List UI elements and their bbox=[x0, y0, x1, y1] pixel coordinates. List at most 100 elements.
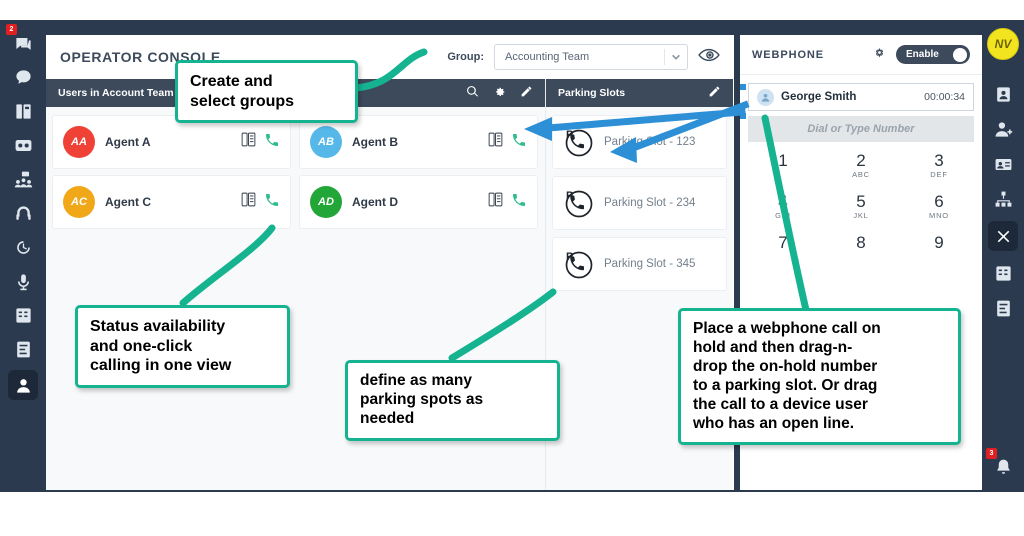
close-icon[interactable] bbox=[988, 221, 1018, 251]
callout-parking-spots: define as many parking spots as needed bbox=[345, 360, 560, 441]
svg-text:P: P bbox=[566, 190, 573, 202]
call-icon[interactable] bbox=[511, 192, 527, 213]
parking-pane-actions bbox=[708, 85, 721, 101]
list-item[interactable]: P Parking Slot - 234 bbox=[552, 176, 727, 230]
callout-line: to a parking slot. Or drag bbox=[693, 376, 878, 394]
notifications-bell-icon[interactable]: 3 bbox=[986, 448, 1016, 480]
dialpad-key-digit: 2 bbox=[856, 151, 866, 170]
gear-icon[interactable] bbox=[493, 85, 506, 101]
list-item[interactable]: P Parking Slot - 123 bbox=[552, 115, 727, 169]
callout-line: needed bbox=[360, 409, 415, 427]
callout-create-groups: Create and select groups bbox=[175, 60, 358, 124]
chat-icon[interactable] bbox=[10, 64, 36, 90]
notes-icon[interactable] bbox=[990, 295, 1016, 321]
group-select[interactable]: Accounting Team bbox=[494, 44, 688, 70]
dialpad-key-9[interactable]: 9 bbox=[900, 232, 978, 252]
dialpad-key-3[interactable]: 3 DEF bbox=[900, 152, 978, 179]
dialpad-key-digit: 3 bbox=[934, 151, 944, 170]
avatar: AB bbox=[310, 126, 342, 158]
list-item-label: Parking Slot - 345 bbox=[604, 258, 696, 270]
contact-card-icon[interactable] bbox=[990, 81, 1016, 107]
call-icon[interactable] bbox=[264, 132, 280, 153]
list-item-label: Agent D bbox=[352, 195, 398, 209]
call-icon[interactable] bbox=[511, 132, 527, 153]
enable-toggle[interactable]: Enable bbox=[896, 45, 970, 64]
dialpad-key-4[interactable]: 4 GHI bbox=[744, 191, 822, 219]
desk-phone-icon[interactable] bbox=[240, 191, 257, 213]
list-item[interactable]: AC Agent C bbox=[52, 175, 291, 229]
list-item-actions bbox=[487, 191, 527, 213]
dialpad-key-digit: 4 bbox=[778, 191, 788, 211]
left-icon-rail: 2 bbox=[0, 20, 46, 492]
parked-call-icon: P bbox=[561, 186, 595, 220]
callout-line: Place a webphone call on bbox=[693, 320, 881, 337]
history-icon[interactable] bbox=[10, 234, 36, 260]
webphone-header: WEBPHONE Enable bbox=[740, 35, 982, 75]
bell-badge: 3 bbox=[986, 448, 997, 459]
list-item-label: Parking Slot - 234 bbox=[604, 197, 696, 209]
list-item[interactable]: AD Agent D bbox=[299, 175, 538, 229]
id-card-icon[interactable] bbox=[990, 151, 1016, 177]
callout-line: select groups bbox=[190, 92, 295, 110]
desk-phone-icon[interactable] bbox=[487, 131, 504, 153]
group-select-value: Accounting Team bbox=[505, 51, 590, 63]
dialpad-key-7[interactable]: 7 bbox=[744, 233, 822, 252]
active-call-name: George Smith bbox=[781, 91, 857, 103]
group-label: Group: bbox=[447, 51, 484, 63]
callout-webphone-hold: Place a webphone call on hold and then d… bbox=[678, 308, 961, 446]
team-icon[interactable] bbox=[10, 166, 36, 192]
list-item-label: Agent B bbox=[352, 135, 398, 149]
callout-line: Status availability bbox=[90, 318, 226, 335]
microphone-icon[interactable] bbox=[10, 268, 36, 294]
dialpad-key-digit: 9 bbox=[934, 232, 944, 252]
svg-text:P: P bbox=[566, 251, 573, 263]
dial-input[interactable]: Dial or Type Number bbox=[748, 116, 974, 142]
call-icon[interactable] bbox=[264, 192, 280, 213]
list-item[interactable]: AA Agent A bbox=[52, 115, 291, 169]
desk-phone-icon[interactable] bbox=[240, 131, 257, 153]
dialpad-key-digit: 6 bbox=[934, 191, 944, 211]
screenshot-root: 2 NV 3 OPERATOR CONSOLE Group: Accountin… bbox=[0, 0, 1024, 536]
user-profile-icon[interactable] bbox=[8, 370, 38, 400]
dialpad-key-letters: MNO bbox=[929, 210, 949, 220]
gear-icon[interactable] bbox=[872, 45, 887, 65]
edit-icon[interactable] bbox=[708, 85, 721, 101]
dialpad: 1 2 ABC 3 DEF 4 GHI 5 JKL 6 MNO 7 8 9 bbox=[744, 152, 978, 252]
parked-call-icon: P bbox=[561, 125, 595, 159]
add-user-icon[interactable] bbox=[990, 116, 1016, 142]
dialpad-key-5[interactable]: 5 JKL bbox=[822, 192, 900, 219]
keypad-icon[interactable] bbox=[990, 260, 1016, 286]
parking-pane-header: Parking Slots bbox=[546, 79, 733, 107]
dialpad-key-letters: ABC bbox=[852, 169, 870, 179]
dialpad-key-2[interactable]: 2 ABC bbox=[822, 152, 900, 179]
toggle-knob bbox=[953, 47, 967, 62]
desk-phone-icon[interactable] bbox=[487, 191, 504, 213]
messages-icon[interactable]: 2 bbox=[6, 24, 36, 56]
active-call-row[interactable]: George Smith 00:00:34 bbox=[748, 83, 974, 111]
search-icon[interactable] bbox=[466, 85, 479, 101]
console-header: OPERATOR CONSOLE Group: Accounting Team bbox=[46, 35, 734, 79]
callout-line: hold and then drag-n- bbox=[693, 338, 853, 356]
parked-call-icon: P bbox=[561, 247, 595, 281]
org-chart-icon[interactable] bbox=[990, 186, 1016, 212]
callout-line: Create and bbox=[190, 73, 273, 90]
avatar bbox=[757, 88, 774, 106]
dialpad-key-1[interactable]: 1 bbox=[744, 152, 822, 179]
notes-icon[interactable] bbox=[10, 336, 36, 362]
eye-icon[interactable] bbox=[698, 46, 720, 69]
callout-line: parking spots as bbox=[360, 390, 484, 408]
dialpad-key-6[interactable]: 6 MNO bbox=[900, 191, 978, 220]
avatar[interactable]: NV bbox=[987, 28, 1019, 60]
keypad-icon[interactable] bbox=[10, 302, 36, 328]
desk-phone-icon[interactable] bbox=[10, 98, 36, 124]
edit-icon[interactable] bbox=[520, 85, 533, 101]
dialpad-key-8[interactable]: 8 bbox=[822, 233, 900, 252]
list-item-actions bbox=[487, 131, 527, 153]
chevron-down-icon bbox=[671, 52, 681, 62]
list-item-label: Agent A bbox=[105, 135, 151, 149]
voicemail-icon[interactable] bbox=[10, 132, 36, 158]
headset-icon[interactable] bbox=[10, 200, 36, 226]
avatar: AC bbox=[63, 186, 95, 218]
list-item[interactable]: AB Agent B bbox=[299, 115, 538, 169]
list-item[interactable]: P Parking Slot - 345 bbox=[552, 237, 727, 291]
